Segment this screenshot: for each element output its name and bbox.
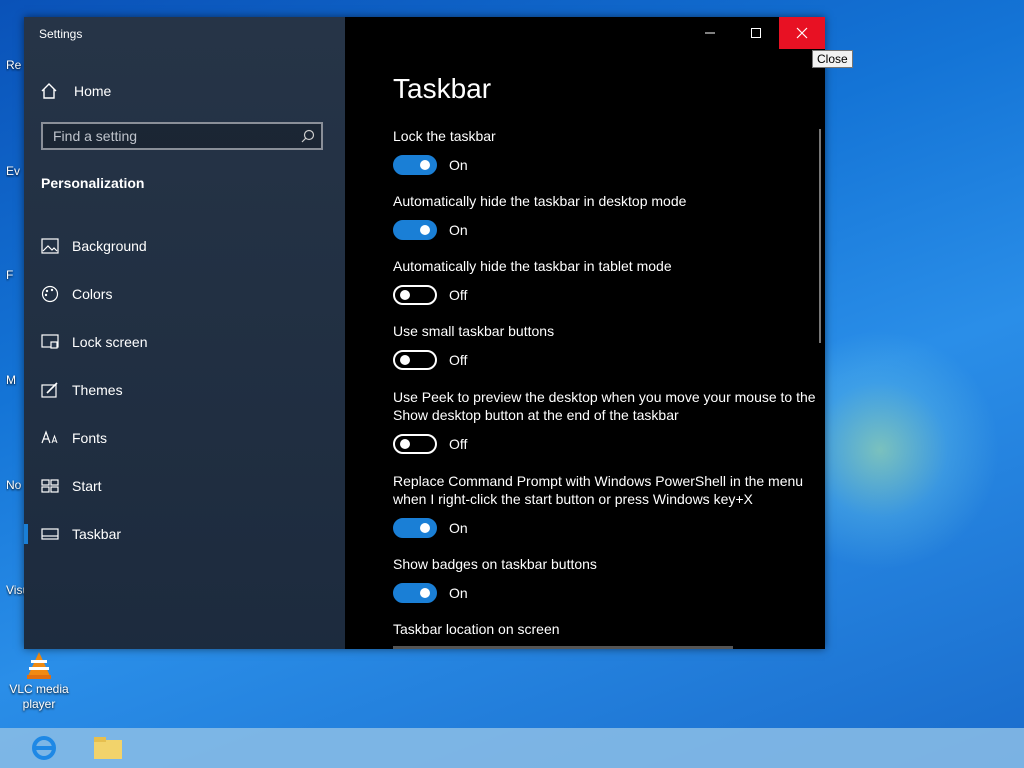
image-icon <box>40 236 60 256</box>
vlc-cone-icon <box>24 650 54 680</box>
sidebar-item-lock-screen[interactable]: Lock screen <box>24 318 345 366</box>
taskbar-location-dropdown[interactable] <box>393 646 733 649</box>
toggle-switch[interactable] <box>393 518 437 538</box>
settings-window: Settings Home Personalization Background <box>24 17 825 649</box>
nav-home-label: Home <box>74 83 112 99</box>
desktop-icon-partial[interactable]: No <box>6 478 26 492</box>
setting-label: Use small taskbar buttons <box>393 323 555 339</box>
desktop-icon-partial[interactable]: Ev <box>6 164 26 178</box>
desktop-icon-vlc[interactable]: VLC media player <box>8 650 70 712</box>
toggle-badges[interactable]: On <box>393 583 468 603</box>
section-title: Personalization <box>41 175 145 191</box>
sidebar-item-label: Taskbar <box>72 526 122 542</box>
sidebar-item-colors[interactable]: Colors <box>24 270 345 318</box>
window-title: Settings <box>39 27 83 41</box>
toggle-powershell[interactable]: On <box>393 518 468 538</box>
search-box[interactable] <box>41 122 323 150</box>
toggle-state: On <box>449 585 468 601</box>
toggle-switch[interactable] <box>393 350 437 370</box>
toggle-switch[interactable] <box>393 155 437 175</box>
nav-list: Background Colors Lock screen Themes Fon… <box>24 222 345 558</box>
sidebar-item-taskbar[interactable]: Taskbar <box>24 510 345 558</box>
sidebar-item-start[interactable]: Start <box>24 462 345 510</box>
toggle-switch[interactable] <box>393 285 437 305</box>
desktop-icon-partial[interactable]: M <box>6 373 26 387</box>
toggle-autohide-desktop[interactable]: On <box>393 220 468 240</box>
toggle-switch[interactable] <box>393 434 437 454</box>
internet-explorer-icon[interactable] <box>24 732 64 764</box>
close-tooltip: Close <box>812 50 853 68</box>
file-explorer-icon[interactable] <box>88 732 128 764</box>
toggle-lock-taskbar[interactable]: On <box>393 155 468 175</box>
taskbar-location-label: Taskbar location on screen <box>393 621 560 637</box>
toggle-state: On <box>449 157 468 173</box>
toggle-autohide-tablet[interactable]: Off <box>393 285 467 305</box>
sidebar-item-background[interactable]: Background <box>24 222 345 270</box>
setting-label: Automatically hide the taskbar in tablet… <box>393 258 672 274</box>
sidebar-item-themes[interactable]: Themes <box>24 366 345 414</box>
sidebar-item-label: Fonts <box>72 430 108 446</box>
sidebar-item-label: Start <box>72 478 102 494</box>
setting-label: Use Peek to preview the desktop when you… <box>393 389 816 423</box>
settings-content: Taskbar Lock the taskbar On Automaticall… <box>369 17 825 649</box>
setting-label: Automatically hide the taskbar in deskto… <box>393 193 687 209</box>
scrollbar[interactable] <box>819 129 821 343</box>
settings-sidebar: Settings Home Personalization Background <box>24 17 345 649</box>
toggle-state: Off <box>449 352 468 368</box>
desktop-icon-partial[interactable]: F <box>6 268 26 282</box>
setting-label: Replace Command Prompt with Windows Powe… <box>393 473 804 507</box>
sidebar-item-label: Themes <box>72 382 123 398</box>
themes-icon <box>40 380 60 400</box>
home-icon <box>40 82 60 100</box>
setting-label: Show badges on taskbar buttons <box>393 556 597 572</box>
search-icon[interactable] <box>295 129 321 143</box>
page-title: Taskbar <box>393 73 492 104</box>
sidebar-item-label: Lock screen <box>72 334 148 350</box>
palette-icon <box>40 284 60 304</box>
desktop-icon-partial[interactable]: Visu <box>6 583 26 597</box>
setting-label: Lock the taskbar <box>393 128 496 144</box>
search-input[interactable] <box>43 127 295 145</box>
toggle-small-buttons[interactable]: Off <box>393 350 467 370</box>
sidebar-item-label: Background <box>72 238 147 254</box>
nav-home[interactable]: Home <box>40 81 111 101</box>
sidebar-item-label: Colors <box>72 286 113 302</box>
desktop-icon-label: VLC media player <box>9 682 69 711</box>
toggle-switch[interactable] <box>393 220 437 240</box>
start-icon <box>40 476 60 496</box>
desktop-icon-partial[interactable]: Re <box>6 58 26 72</box>
fonts-icon <box>40 428 60 448</box>
toggle-switch[interactable] <box>393 583 437 603</box>
sidebar-item-fonts[interactable]: Fonts <box>24 414 345 462</box>
system-tray[interactable] <box>876 734 1016 762</box>
toggle-peek[interactable]: Off <box>393 434 467 454</box>
toggle-state: On <box>449 222 468 238</box>
lock-screen-icon <box>40 332 60 352</box>
toggle-state: Off <box>449 287 468 303</box>
toggle-state: Off <box>449 436 468 452</box>
taskbar-icon <box>40 524 60 544</box>
toggle-state: On <box>449 520 468 536</box>
windows-taskbar <box>0 728 1024 768</box>
